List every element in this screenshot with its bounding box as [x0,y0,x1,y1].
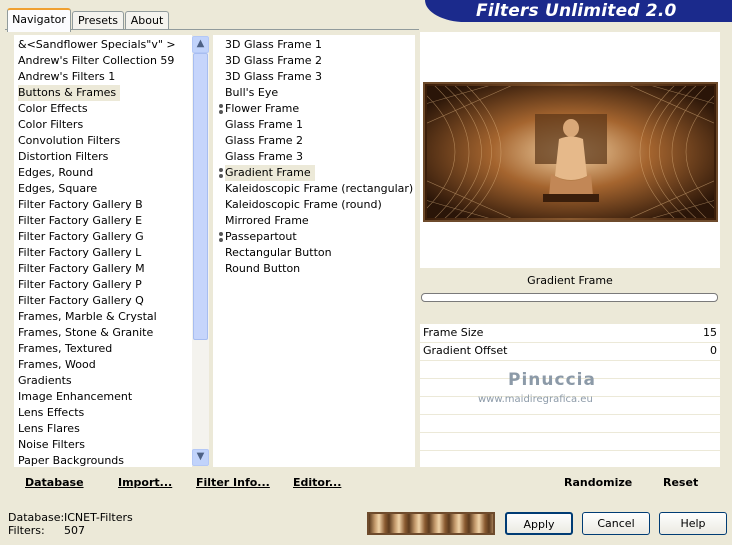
category-item[interactable]: Noise Filters [18,437,89,453]
category-item[interactable]: Filter Factory Gallery P [18,277,146,293]
filter-info-button[interactable]: Filter Info... [196,475,270,491]
filter-item[interactable]: 3D Glass Frame 3 [225,69,326,85]
tab-navigator[interactable]: Navigator [7,8,71,32]
category-item[interactable]: Filter Factory Gallery B [18,197,147,213]
import-button[interactable]: Import... [118,475,172,491]
cancel-button[interactable]: Cancel [582,512,650,535]
filter-item[interactable]: 3D Glass Frame 2 [225,53,326,69]
category-item[interactable]: Filter Factory Gallery E [18,213,146,229]
filter-item[interactable]: 3D Glass Frame 1 [225,37,326,53]
preview-filter-name: Gradient Frame [420,270,720,292]
param-value[interactable]: 15 [703,324,717,342]
filter-item[interactable]: Gradient Frame [225,165,315,181]
category-item[interactable]: Convolution Filters [18,133,124,149]
category-item[interactable]: Gradients [18,373,76,389]
category-item[interactable]: Color Filters [18,117,87,133]
category-item[interactable]: &<Sandflower Specials"v" > [18,37,180,53]
category-item[interactable]: Frames, Wood [18,357,100,373]
filter-item[interactable]: Rectangular Button [225,245,336,261]
frame-preview-graphic [425,84,716,220]
editor-button[interactable]: Editor... [293,475,341,491]
filter-item[interactable]: Mirrored Frame [225,213,313,229]
param-label: Gradient Offset [423,344,508,357]
help-button[interactable]: Help [659,512,727,535]
category-item[interactable]: Buttons & Frames [18,85,121,101]
watermark-name: Pinuccia [508,370,596,390]
filter-item[interactable]: Glass Frame 3 [225,149,307,165]
app-title: Filters Unlimited 2.0 [476,1,677,21]
database-button[interactable]: Database [25,475,84,491]
scroll-up-button[interactable]: ▲ [192,36,209,53]
randomize-button[interactable]: Randomize [564,475,632,491]
filters-count-value: 507 [64,524,85,537]
filter-item[interactable]: Kaleidoscopic Frame (rectangular) [225,181,417,197]
parameter-panel: Frame Size 15 Gradient Offset 0 Pinuccia… [420,324,720,467]
category-item[interactable]: Andrew's Filter Collection 59 [18,53,178,69]
param-label: Frame Size [423,326,484,339]
category-item[interactable]: Filter Factory Gallery Q [18,293,148,309]
tab-presets[interactable]: Presets [72,11,124,30]
category-scrollbar[interactable]: ▲ ▼ [192,36,209,466]
reset-button[interactable]: Reset [663,475,698,491]
category-list[interactable]: &<Sandflower Specials"v" > Andrew's Filte… [14,35,192,467]
category-item[interactable]: Color Effects [18,101,92,117]
progress-bar [421,293,718,302]
filter-item[interactable]: Flower Frame [225,101,303,117]
preview-image [423,82,718,222]
category-item[interactable]: Frames, Textured [18,341,116,357]
category-item[interactable]: Edges, Round [18,165,97,181]
category-item[interactable]: Image Enhancement [18,389,136,405]
filter-item[interactable]: Passepartout [225,229,301,245]
apply-button[interactable]: Apply [505,512,573,535]
category-item[interactable]: Lens Flares [18,421,84,437]
database-value: ICNET-Filters [64,511,133,524]
watermark-url: www.maidiregrafica.eu [478,394,593,405]
param-row[interactable]: Gradient Offset 0 [420,342,720,361]
category-item[interactable]: Filter Factory Gallery L [18,245,145,261]
chevron-down-icon: ▼ [196,451,205,462]
category-item[interactable]: Frames, Stone & Granite [18,325,157,341]
filter-list[interactable]: 3D Glass Frame 1 3D Glass Frame 2 3D Glass… [213,35,415,467]
chevron-up-icon: ▲ [196,38,205,49]
category-item[interactable]: Frames, Marble & Crystal [18,309,161,325]
filters-count-label: Filters: [8,524,45,537]
category-item[interactable]: Lens Effects [18,405,88,421]
param-value[interactable]: 0 [710,342,717,360]
scroll-down-button[interactable]: ▼ [192,449,209,466]
filter-item[interactable]: Round Button [225,261,304,277]
filter-item[interactable]: Glass Frame 2 [225,133,307,149]
category-item[interactable]: Edges, Square [18,181,101,197]
filter-item[interactable]: Bull's Eye [225,85,282,101]
scroll-thumb[interactable] [193,53,208,340]
tab-about[interactable]: About [125,11,169,30]
category-item[interactable]: Distortion Filters [18,149,112,165]
category-item[interactable]: Filter Factory Gallery M [18,261,149,277]
database-label: Database: [8,511,65,524]
filter-item[interactable]: Glass Frame 1 [225,117,307,133]
param-row[interactable]: Frame Size 15 [420,324,720,343]
gradient-swatch [367,512,495,535]
category-item[interactable]: Filter Factory Gallery G [18,229,148,245]
category-item[interactable]: Andrew's Filters 1 [18,69,119,85]
filter-item[interactable]: Kaleidoscopic Frame (round) [225,197,386,213]
